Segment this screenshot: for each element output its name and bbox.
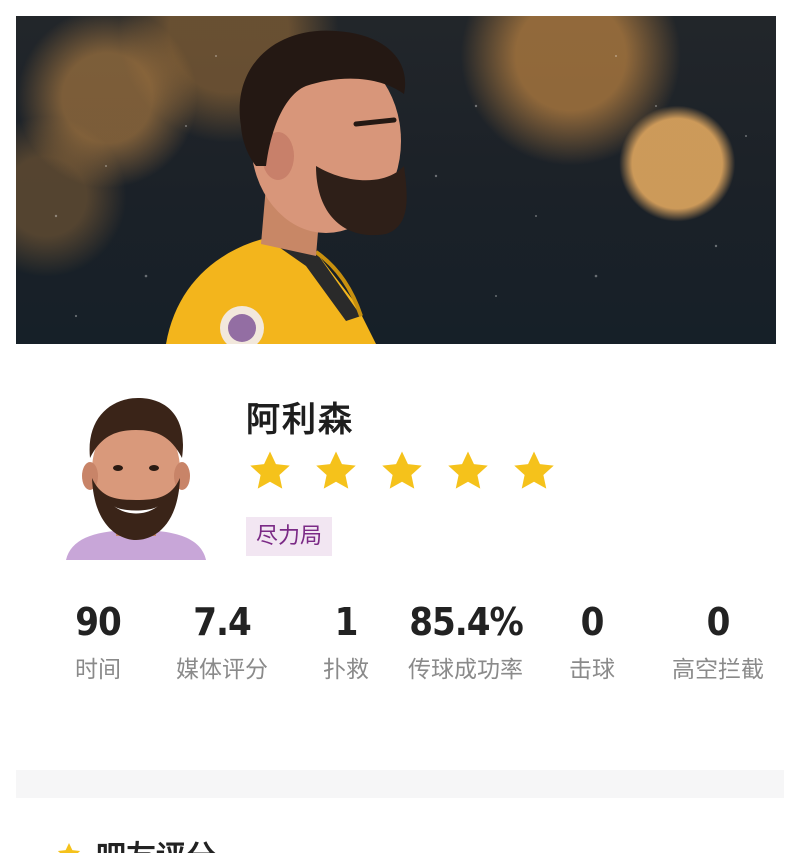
stat-label: 击球 [569, 657, 615, 683]
stat-pass-accuracy: 85.4% 传球成功率 [404, 600, 528, 686]
stat-high-claims: 0 高空拦截 [656, 600, 780, 686]
section-divider [16, 770, 784, 798]
stat-punches: 0 击球 [552, 600, 632, 686]
player-avatar [66, 388, 206, 560]
stat-label: 时间 [75, 657, 121, 683]
stat-value: 0 [706, 600, 731, 644]
section-title-text: 吧友评分 [96, 832, 216, 853]
stat-value: 0 [580, 600, 605, 644]
stat-label: 媒体评分 [176, 657, 268, 683]
fan-rating-section-title: 吧友评分 [56, 832, 216, 853]
stat-time: 90 时间 [58, 600, 138, 686]
rating-stars [246, 448, 558, 494]
star-icon [448, 451, 488, 489]
star-icon [57, 842, 81, 853]
star-icon [250, 451, 290, 489]
stat-value: 1 [334, 600, 359, 644]
hero-photo [16, 16, 776, 344]
player-name: 阿利森 [246, 400, 354, 440]
stat-value: 85.4% [409, 600, 524, 644]
star-icon [514, 451, 554, 489]
stat-saves: 1 扑救 [306, 600, 386, 686]
stat-label: 传球成功率 [408, 657, 523, 683]
stat-media-rating: 7.4 媒体评分 [160, 600, 284, 686]
stat-value: 90 [75, 600, 122, 644]
stat-label: 扑救 [323, 657, 369, 683]
stat-value: 7.4 [193, 600, 252, 644]
stat-label: 高空拦截 [672, 657, 764, 683]
performance-badge: 尽力局 [246, 517, 333, 556]
hero-player-illustration [54, 30, 747, 344]
star-icon [316, 451, 356, 489]
star-icon [382, 451, 422, 489]
